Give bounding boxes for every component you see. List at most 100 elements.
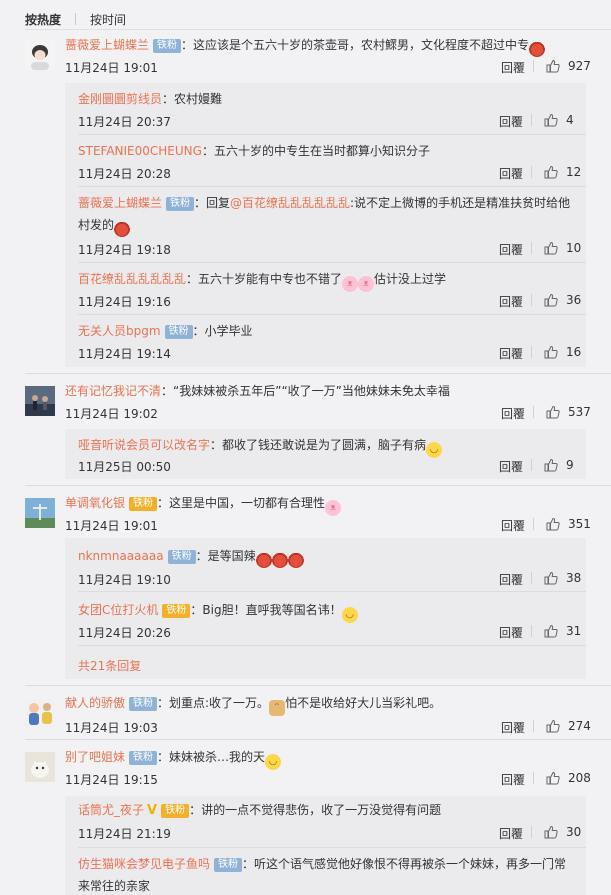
thumbs-up-icon [544, 241, 558, 255]
reply-button[interactable]: 回覆 [499, 624, 523, 641]
comment-author[interactable]: 单调氧化银 [65, 496, 125, 510]
avatar[interactable] [25, 698, 55, 728]
reply-button[interactable]: 回覆 [499, 241, 523, 258]
reply-item: 女团C位打火机 铁粉 ：Big胆！直呼我等国名讳！ ◡ 11月24日 20:26 回覆… [65, 592, 586, 646]
fan-badge[interactable]: 铁粉 [167, 550, 196, 564]
reply-author[interactable]: 蔷薇爱上蝴蝶兰 [78, 196, 162, 210]
reply-author[interactable]: 哑音听说会员可以改名字 [78, 438, 210, 452]
avatar[interactable] [25, 752, 55, 782]
like-button[interactable]: 38 [531, 571, 581, 585]
reply-author[interactable]: STEFANIE00CHEUNG [78, 144, 202, 158]
avatar[interactable] [25, 40, 55, 70]
comment-text: 献人的骄傲 铁粉 ：划重点:收了一万。 ᵔ 怕不是收给好大儿当彩礼吧。 [65, 694, 583, 716]
reply-time: 11月24日 19:10 [78, 573, 171, 587]
like-button[interactable]: 208 [533, 771, 591, 785]
sort-by-hot-tab[interactable]: 按热度 [25, 11, 61, 28]
like-separator [531, 459, 532, 471]
reply-body: ：讲的一点不觉得悲伤，收了一万没觉得有问题 [189, 803, 442, 817]
reply-button[interactable]: 回覆 [499, 571, 523, 588]
like-button[interactable]: 927 [533, 59, 591, 73]
reply-button[interactable]: 回覆 [501, 771, 525, 788]
reply-body: ：是等国辣 [195, 549, 256, 563]
like-count: 12 [566, 165, 582, 179]
like-count: 38 [566, 571, 582, 585]
reply-button[interactable]: 回覆 [501, 405, 525, 422]
sort-by-time-tab[interactable]: 按时间 [90, 11, 126, 28]
comment-item: 献人的骄傲 铁粉 ：划重点:收了一万。 ᵔ 怕不是收给好大儿当彩礼吧。 11月24日 1… [0, 686, 611, 740]
reply-button[interactable]: 回覆 [499, 293, 523, 310]
like-button[interactable]: 36 [531, 293, 581, 307]
like-button[interactable]: 10 [531, 241, 581, 255]
reply-author[interactable]: 话筒尤_夜子 [78, 803, 144, 817]
reply-button[interactable]: 回覆 [499, 165, 523, 182]
reply-button[interactable]: 回覆 [499, 345, 523, 362]
fan-badge[interactable]: 铁粉 [129, 497, 158, 511]
avatar[interactable] [25, 498, 55, 528]
avatar[interactable] [25, 386, 55, 416]
reply-item: 无关人员bpgm 铁粉 ：小学毕业 11月24日 19:14 回覆 16 [65, 315, 586, 367]
reply-button[interactable]: 回覆 [501, 59, 525, 76]
fan-badge[interactable]: 铁粉 [166, 197, 195, 211]
thumbs-up-icon [546, 405, 560, 419]
like-button[interactable]: 537 [533, 405, 591, 419]
like-button[interactable]: 4 [531, 113, 574, 127]
like-count: 9 [566, 458, 574, 472]
comment-author[interactable]: 还有记忆我记不清 [65, 384, 161, 398]
comment-author[interactable]: 献人的骄傲 [65, 696, 125, 710]
like-separator [533, 720, 534, 732]
like-count: 208 [568, 771, 591, 785]
like-separator [531, 294, 532, 306]
fan-badge[interactable]: 铁粉 [153, 39, 182, 53]
fan-badge[interactable]: 铁粉 [129, 751, 158, 765]
reply-author[interactable]: 女团C位打火机 [78, 603, 158, 617]
reply-button[interactable]: 回覆 [499, 113, 523, 130]
reply-box: 哑音听说会员可以改名字：都收了钱还敢说是为了圆满，脑子有病 ◡ 11月25日 00… [65, 429, 586, 479]
like-count: 537 [568, 405, 591, 419]
like-count: 927 [568, 59, 591, 73]
reply-item: 蔷薇爱上蝴蝶兰 铁粉 ：回复@百花缭乱乱乱乱乱乱:说不定上微博的手机还是精准扶贫时给… [65, 187, 586, 263]
comment-panel: 按热度 按时间 蔷薇爱上蝴蝶兰 铁粉 ：这应该是个五六十岁的茶壶哥，农村鰥男，文化程… [0, 0, 611, 895]
thumbs-up-icon [546, 59, 560, 73]
reply-author[interactable]: 无关人员bpgm [78, 324, 161, 338]
thumbs-up-icon [544, 825, 558, 839]
like-button[interactable]: 16 [531, 345, 581, 359]
reply-divider [78, 645, 586, 646]
reply-button[interactable]: 回覆 [499, 825, 523, 842]
pig-emoji-icon: ᴥ [358, 276, 375, 292]
reply-text: 女团C位打火机 铁粉 ：Big胆！直呼我等国名讳！ ◡ [78, 599, 572, 623]
fan-badge[interactable]: 铁粉 [214, 858, 243, 872]
reply-button[interactable]: 回覆 [501, 719, 525, 736]
like-button[interactable]: 30 [531, 825, 581, 839]
like-button[interactable]: 274 [533, 719, 591, 733]
reply-button[interactable]: 回覆 [499, 458, 523, 475]
reply-author[interactable]: 百花缭乱乱乱乱乱乱 [78, 272, 186, 286]
like-button[interactable]: 31 [531, 624, 581, 638]
like-button[interactable]: 12 [531, 165, 581, 179]
reply-time: 11月24日 19:16 [78, 295, 171, 309]
like-count: 4 [566, 113, 574, 127]
reply-button[interactable]: 回覆 [501, 517, 525, 534]
sort-divider [25, 29, 611, 30]
more-replies-link[interactable]: 共21条回复 [78, 657, 141, 674]
comment-body: ：妹妹被杀…我的天 [157, 750, 266, 764]
like-button[interactable]: 351 [533, 517, 591, 531]
fan-badge[interactable]: 铁粉 [129, 697, 158, 711]
comment-text: 别了吧姐妹 铁粉 ：妹妹被杀…我的天 ◡ [65, 748, 583, 770]
fan-badge[interactable]: 铁粉 [161, 804, 190, 818]
reply-time: 11月24日 20:26 [78, 626, 171, 640]
like-count: 36 [566, 293, 582, 307]
like-button[interactable]: 9 [531, 458, 574, 472]
comment-author[interactable]: 蔷薇爱上蝴蝶兰 [65, 38, 149, 52]
reply-prefix: ：回复 [194, 196, 231, 210]
reply-text: STEFANIE00CHEUNG：五六十岁的中专生在当时都算小知识分子 [78, 140, 572, 162]
mention-link[interactable]: @百花缭乱乱乱乱乱乱 [230, 196, 350, 210]
like-separator [533, 60, 534, 72]
comment-author[interactable]: 别了吧姐妹 [65, 750, 125, 764]
reply-text: 金刚圜圜剪线员：农村嫚難 [78, 88, 572, 110]
fan-badge[interactable]: 铁粉 [164, 325, 193, 339]
reply-author[interactable]: 仿生猫咪会梦见电子鱼吗 [78, 857, 210, 871]
reply-author[interactable]: nknmnaaaaaa [78, 549, 164, 563]
fan-badge[interactable]: 铁粉 [162, 604, 191, 618]
reply-author[interactable]: 金刚圜圜剪线员 [78, 92, 162, 106]
reply-text: nknmnaaaaaa铁粉：是等国辣●●● [78, 545, 572, 568]
